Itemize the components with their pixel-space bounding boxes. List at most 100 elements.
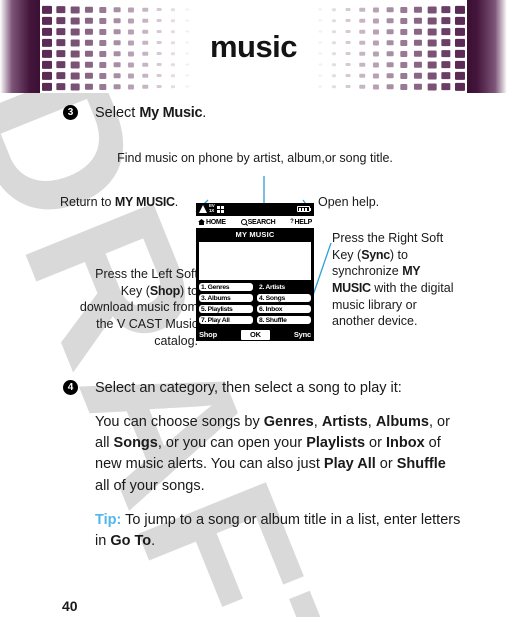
header-dot <box>96 70 110 81</box>
callout-home-prefix: Return to <box>60 195 115 209</box>
header-dot <box>411 15 425 26</box>
manual-page: DRAFT music 3 Select My Music. Find musi… <box>0 0 507 617</box>
header-dot <box>453 15 467 26</box>
header-dot <box>54 4 68 15</box>
header-dot <box>68 26 82 37</box>
header-dot <box>40 26 54 37</box>
phone-menu-item[interactable]: 5. Playlists <box>198 304 254 314</box>
header-dot <box>68 4 82 15</box>
header-dot <box>383 70 397 81</box>
header-dot <box>40 59 54 70</box>
header-dot <box>341 81 355 92</box>
header-dot <box>439 48 453 59</box>
step-3-text-suffix: . <box>202 105 207 121</box>
home-icon <box>198 219 205 225</box>
header-dot <box>82 26 96 37</box>
phone-menu-item[interactable]: 4. Songs <box>256 293 312 303</box>
header-dot-pattern-right <box>313 4 467 92</box>
phone-tab-search[interactable]: SEARCH <box>240 219 276 226</box>
phone-menu-item-label: 5. Playlists <box>201 305 233 313</box>
header-dot <box>152 70 166 81</box>
step-3: 3 Select My Music. <box>63 103 463 124</box>
header-dot <box>124 37 138 48</box>
header-dot <box>54 48 68 59</box>
header-dot <box>369 4 383 15</box>
header-dot <box>110 59 124 70</box>
header-dot <box>110 70 124 81</box>
header-dot <box>355 81 369 92</box>
header-dot <box>355 26 369 37</box>
header-dot <box>180 37 194 48</box>
header-dot <box>313 70 327 81</box>
header-dot <box>341 37 355 48</box>
header-dot <box>439 70 453 81</box>
callout-right-softkey: Press the Right Soft Key (Sync) to synch… <box>332 231 454 329</box>
header-dot <box>439 26 453 37</box>
header-dot <box>82 70 96 81</box>
header-dot <box>439 15 453 26</box>
step-4: 4 Select an category, then select a song… <box>63 378 463 552</box>
header-dot <box>152 37 166 48</box>
softkey-right[interactable]: Sync <box>294 330 311 339</box>
phone-menu-item[interactable]: 1. Genres <box>198 282 254 292</box>
header-dot-pattern-left <box>40 4 194 92</box>
header-dot <box>138 48 152 59</box>
header-dot <box>453 70 467 81</box>
header-dot <box>369 70 383 81</box>
header-dot <box>40 48 54 59</box>
header-dot <box>54 37 68 48</box>
header-dot <box>68 37 82 48</box>
phone-menu-item[interactable]: 8. Shuffle <box>256 315 312 325</box>
header-dot <box>180 26 194 37</box>
phone-menu-item[interactable]: 6. Inbox <box>256 304 312 314</box>
phone-tab-home[interactable]: HOME <box>198 219 226 226</box>
question-mark-icon: ? <box>290 219 294 225</box>
header-dot <box>397 15 411 26</box>
header-dot <box>152 48 166 59</box>
header-dot <box>313 81 327 92</box>
header-dot <box>327 15 341 26</box>
header-right-edge <box>467 0 507 93</box>
header-dot <box>383 15 397 26</box>
callout-left-softkey: Press the Left Soft Key (Shop) to downlo… <box>79 267 198 348</box>
signal-bars-icon <box>199 205 207 213</box>
header-dot <box>124 59 138 70</box>
header-dot <box>180 59 194 70</box>
header-dot <box>383 59 397 70</box>
phone-screen-title: MY MUSIC <box>196 228 314 240</box>
softkey-left[interactable]: Shop <box>199 330 217 339</box>
header-dot <box>40 81 54 92</box>
header-dot <box>82 15 96 26</box>
header-dot <box>383 37 397 48</box>
softkey-center[interactable]: OK <box>240 329 270 340</box>
header-dot <box>96 48 110 59</box>
header-dot <box>180 48 194 59</box>
step-3-text-prefix: Select <box>95 105 140 121</box>
step-3-number: 3 <box>63 105 78 120</box>
tip-text: To jump to a song or album title in a li… <box>95 511 461 550</box>
header-dot <box>453 37 467 48</box>
header-dot <box>453 4 467 15</box>
header-dot <box>166 37 180 48</box>
callout-home-bold: MY MUSIC <box>114 195 175 209</box>
header-dot <box>54 70 68 81</box>
phone-menu-item[interactable]: 2. Artists <box>256 282 312 292</box>
phone-tab-home-label: HOME <box>206 218 226 226</box>
phone-menu-item[interactable]: 3. Albums <box>198 293 254 303</box>
header-dot <box>110 4 124 15</box>
header-dot <box>124 70 138 81</box>
phone-menu-grid: 1. Genres 2. Artists 3. Albums 4. Songs 5. P… <box>196 282 314 325</box>
header-dot <box>453 26 467 37</box>
phone-menu-item-label: 6. Inbox <box>259 305 283 313</box>
phone-menu-item-label: 1. Genres <box>201 283 230 291</box>
header-dot <box>138 70 152 81</box>
header-dot <box>439 37 453 48</box>
header-dot <box>138 59 152 70</box>
header-dot <box>383 26 397 37</box>
phone-tab-help[interactable]: ? HELP <box>290 219 312 226</box>
header-dot <box>180 15 194 26</box>
header-dot <box>313 37 327 48</box>
header-dot <box>152 15 166 26</box>
phone-menu-item[interactable]: 7. Play All <box>198 315 254 325</box>
header-dot <box>313 59 327 70</box>
